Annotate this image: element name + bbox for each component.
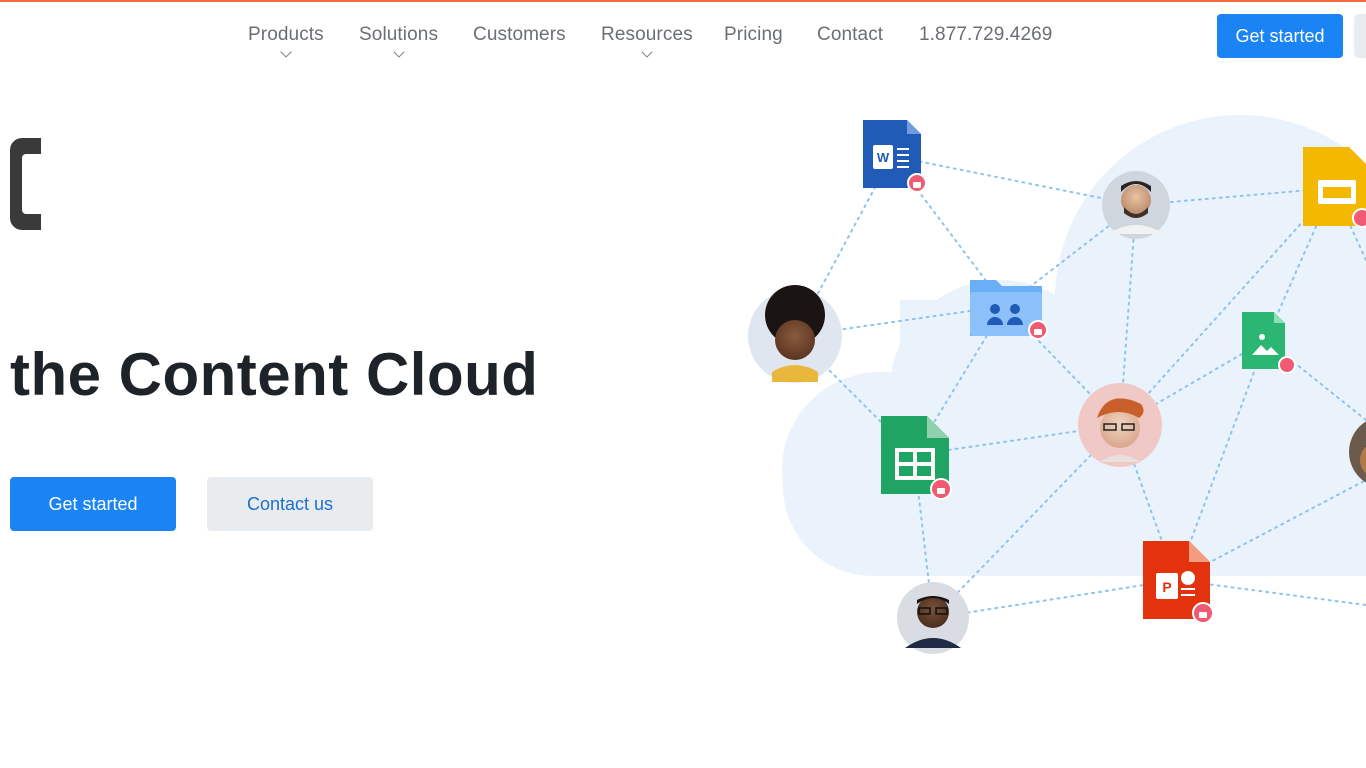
avatar-woman-curly [748,285,842,383]
avatar-man-beard [1102,171,1170,239]
hero-contact-us-button[interactable]: Contact us [207,477,373,531]
chevron-down-icon [280,46,292,58]
nav-customers[interactable]: Customers [473,24,566,46]
chevron-down-icon [641,46,653,58]
nav-resources-label: Resources [601,24,693,45]
hero-get-started-button[interactable]: Get started [10,477,176,531]
nav-resources[interactable]: Resources [601,24,693,58]
nav-customers-label: Customers [473,24,566,45]
word-doc-icon: W [863,120,927,193]
top-accent-bar [0,0,1366,2]
svg-text:P: P [1162,579,1171,595]
nav-solutions-label: Solutions [359,24,439,45]
slides-icon [1303,147,1366,228]
nav-contact-label: Contact [817,24,884,45]
header-secondary-button-partial[interactable] [1354,14,1366,58]
svg-text:W: W [877,150,890,165]
phone-number-link[interactable]: 1.877.729.4269 [919,24,1052,46]
phone-number-label: 1.877.729.4269 [919,24,1053,45]
chevron-down-icon [392,46,405,58]
nav-pricing[interactable]: Pricing [724,24,783,46]
nav-solutions[interactable]: Solutions [359,24,439,58]
avatar-man-redhair [1078,383,1162,467]
nav-products[interactable]: Products [248,24,324,58]
shared-folder-icon [970,280,1048,340]
nav-pricing-label: Pricing [724,24,783,45]
content-cloud-illustration: W P [748,115,1366,654]
hero-headline: the Content Cloud [10,341,539,408]
avatar-man-glasses [897,582,969,654]
header-get-started-button[interactable]: Get started [1217,14,1343,58]
logo-partial [10,138,41,230]
nav-products-label: Products [248,24,324,45]
nav-contact[interactable]: Contact [817,24,883,46]
